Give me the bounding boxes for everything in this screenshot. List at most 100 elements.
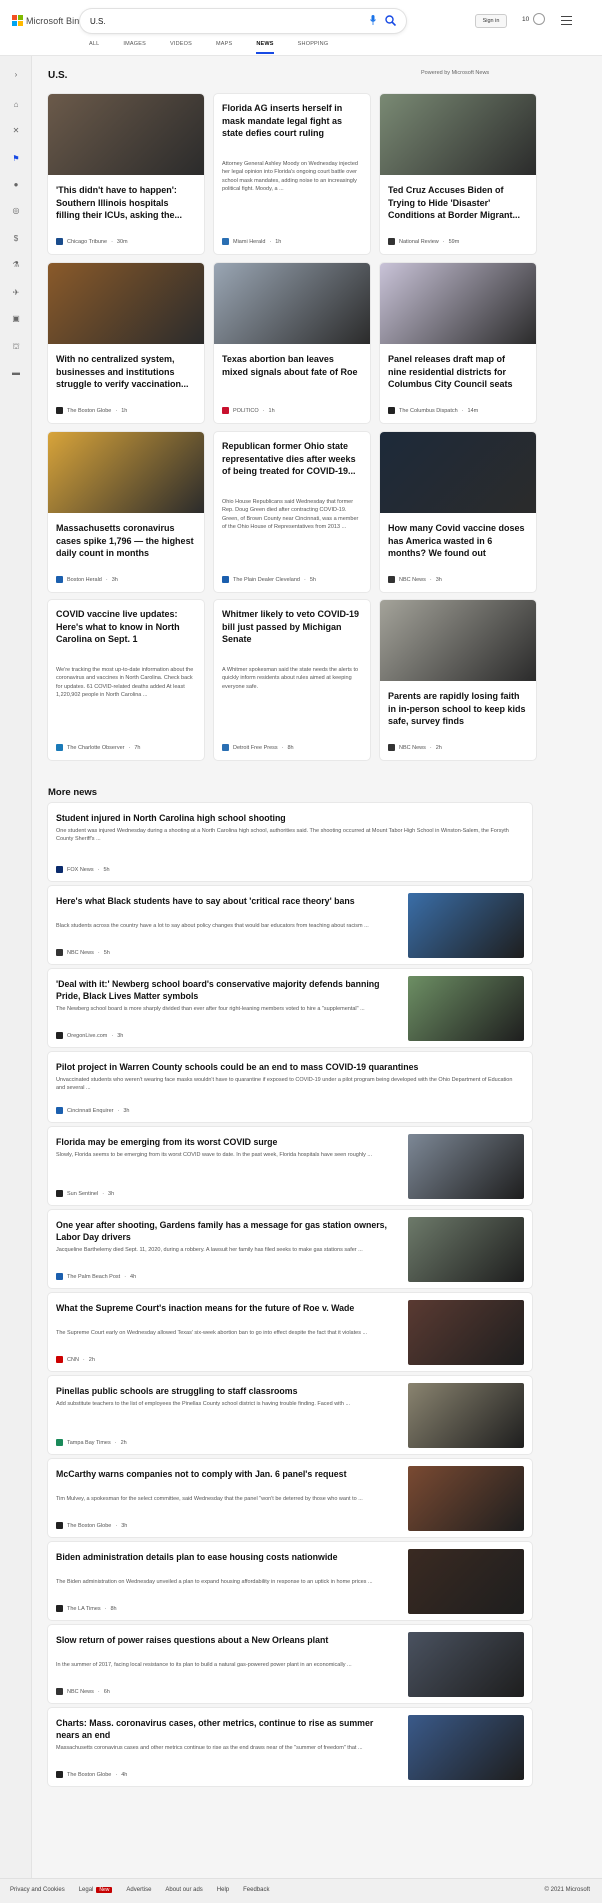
sign-in-button[interactable]: Sign in (475, 14, 507, 28)
news-card-source[interactable]: Boston Herald · 3h (56, 576, 118, 583)
news-list-item[interactable]: Florida may be emerging from its worst C… (48, 1127, 532, 1205)
news-card-title[interactable]: Panel releases draft map of nine residen… (388, 353, 526, 391)
news-item-thumbnail[interactable] (408, 1466, 524, 1531)
news-item-title[interactable]: Student injured in North Carolina high s… (56, 812, 516, 824)
news-item-title[interactable]: What the Supreme Court's inaction means … (56, 1302, 396, 1314)
news-item-title[interactable]: Pilot project in Warren County schools c… (56, 1061, 516, 1073)
news-card-title[interactable]: Texas abortion ban leaves mixed signals … (222, 353, 360, 378)
news-card-title[interactable]: How many Covid vaccine doses has America… (388, 522, 526, 560)
news-item-source[interactable]: Sun Sentinel · 3h (56, 1190, 114, 1197)
news-item-title[interactable]: Slow return of power raises questions ab… (56, 1634, 396, 1646)
news-card-source[interactable]: The Plain Dealer Cleveland · 5h (222, 576, 316, 583)
news-card-title[interactable]: 'This didn't have to happen': Southern I… (56, 184, 194, 222)
news-card-image[interactable] (48, 94, 204, 175)
news-item-title[interactable]: Here's what Black students have to say a… (56, 895, 396, 907)
news-card[interactable]: Parents are rapidly losing faith in in-p… (380, 600, 536, 760)
science-icon[interactable]: ⚗ (11, 260, 21, 270)
news-item-source[interactable]: NBC News · 6h (56, 1688, 110, 1695)
news-item-thumbnail[interactable] (408, 893, 524, 958)
news-item-source[interactable]: Cincinnati Enquirer · 3h (56, 1107, 129, 1114)
news-item-thumbnail[interactable] (408, 1632, 524, 1697)
news-list-item[interactable]: Here's what Black students have to say a… (48, 886, 532, 964)
expand-icon[interactable]: › (11, 70, 21, 80)
news-item-source[interactable]: NBC News · 5h (56, 949, 110, 956)
tab-all[interactable]: ALL (89, 41, 99, 54)
news-item-thumbnail[interactable] (408, 1300, 524, 1365)
news-card-title[interactable]: With no centralized system, businesses a… (56, 353, 194, 391)
news-list-item[interactable]: Pilot project in Warren County schools c… (48, 1052, 532, 1122)
news-item-title[interactable]: Biden administration details plan to eas… (56, 1551, 396, 1563)
news-item-title[interactable]: Florida may be emerging from its worst C… (56, 1136, 396, 1148)
search-input[interactable] (90, 14, 360, 28)
news-card-source[interactable]: NBC News · 3h (388, 576, 442, 583)
news-list-item[interactable]: One year after shooting, Gardens family … (48, 1210, 532, 1288)
news-card[interactable]: Ted Cruz Accuses Biden of Trying to Hide… (380, 94, 536, 254)
news-card-image[interactable] (380, 94, 536, 175)
politics-icon[interactable]: ⛫ (11, 342, 21, 352)
news-card-image[interactable] (48, 432, 204, 513)
news-item-source[interactable]: The LA Times · 8h (56, 1605, 117, 1612)
news-card[interactable]: 'This didn't have to happen': Southern I… (48, 94, 204, 254)
news-card-title[interactable]: Parents are rapidly losing faith in in-p… (388, 690, 526, 728)
news-card-source[interactable]: The Charlotte Observer · 7h (56, 744, 140, 751)
news-list-item[interactable]: Slow return of power raises questions ab… (48, 1625, 532, 1703)
news-item-source[interactable]: FOX News · 5h (56, 866, 110, 873)
footer-link-feedback[interactable]: Feedback (243, 1887, 269, 1893)
money-icon[interactable]: ▬ (11, 368, 21, 378)
news-card[interactable]: With no centralized system, businesses a… (48, 263, 204, 423)
globe-icon[interactable]: ◎ (11, 206, 21, 216)
news-card[interactable]: Panel releases draft map of nine residen… (380, 263, 536, 423)
news-item-source[interactable]: CNN · 2h (56, 1356, 95, 1363)
news-item-title[interactable]: McCarthy warns companies not to comply w… (56, 1468, 396, 1480)
footer-link-about-our-ads[interactable]: About our ads (165, 1887, 202, 1893)
footer-link-privacy-and-cookies[interactable]: Privacy and Cookies (10, 1887, 65, 1893)
tab-maps[interactable]: MAPS (216, 41, 232, 54)
technology-icon[interactable]: ✈ (11, 288, 21, 298)
news-card-title[interactable]: Whitmer likely to veto COVID-19 bill jus… (222, 608, 360, 646)
news-item-title[interactable]: Pinellas public schools are struggling t… (56, 1385, 396, 1397)
footer-link-help[interactable]: Help (217, 1887, 229, 1893)
news-card-source[interactable]: POLITICO · 1h (222, 407, 275, 414)
news-card-image[interactable] (380, 600, 536, 681)
news-card[interactable]: How many Covid vaccine doses has America… (380, 432, 536, 592)
search-icon[interactable] (385, 15, 396, 26)
news-item-thumbnail[interactable] (408, 1217, 524, 1282)
news-item-source[interactable]: OregonLive.com · 3h (56, 1032, 123, 1039)
tab-news[interactable]: NEWS (256, 41, 274, 54)
news-list-item[interactable]: 'Deal with it:' Newberg school board's c… (48, 969, 532, 1047)
flag-icon[interactable]: ⚑ (11, 154, 21, 164)
news-card[interactable]: Whitmer likely to veto COVID-19 bill jus… (214, 600, 370, 760)
news-item-title[interactable]: 'Deal with it:' Newberg school board's c… (56, 978, 396, 1002)
news-card-title[interactable]: Ted Cruz Accuses Biden of Trying to Hide… (388, 184, 526, 222)
tab-shopping[interactable]: SHOPPING (298, 41, 329, 54)
news-card-title[interactable]: Florida AG inserts herself in mask manda… (222, 102, 360, 140)
news-list-item[interactable]: Student injured in North Carolina high s… (48, 803, 532, 881)
footer-link-advertise[interactable]: Advertise (126, 1887, 151, 1893)
news-item-thumbnail[interactable] (408, 1134, 524, 1199)
bing-logo[interactable]: Microsoft Bing (12, 15, 84, 26)
news-list-item[interactable]: McCarthy warns companies not to comply w… (48, 1459, 532, 1537)
news-list-item[interactable]: Charts: Mass. coronavirus cases, other m… (48, 1708, 532, 1786)
news-card-source[interactable]: Chicago Tribune · 30m (56, 238, 128, 245)
news-item-title[interactable]: Charts: Mass. coronavirus cases, other m… (56, 1717, 396, 1741)
microphone-icon[interactable] (370, 15, 376, 25)
news-item-thumbnail[interactable] (408, 1715, 524, 1780)
footer-link-legal[interactable]: Legal New (79, 1887, 113, 1893)
tab-videos[interactable]: VIDEOS (170, 41, 192, 54)
rewards-trophy-icon[interactable] (533, 13, 545, 25)
news-list-item[interactable]: Pinellas public schools are struggling t… (48, 1376, 532, 1454)
home-icon[interactable]: ⌂ (11, 100, 21, 110)
news-card-source[interactable]: Miami Herald · 1h (222, 238, 281, 245)
news-card-source[interactable]: The Columbus Dispatch · 14m (388, 407, 478, 414)
news-card[interactable]: Florida AG inserts herself in mask manda… (214, 94, 370, 254)
news-item-source[interactable]: The Palm Beach Post · 4h (56, 1273, 136, 1280)
news-item-thumbnail[interactable] (408, 1383, 524, 1448)
location-icon[interactable]: ● (11, 180, 21, 190)
news-item-title[interactable]: One year after shooting, Gardens family … (56, 1219, 396, 1243)
news-card-source[interactable]: Detroit Free Press · 8h (222, 744, 294, 751)
news-card-source[interactable]: The Boston Globe · 1h (56, 407, 127, 414)
business-icon[interactable]: $ (11, 234, 21, 244)
news-card[interactable]: Massachusetts coronavirus cases spike 1,… (48, 432, 204, 592)
entertainment-icon[interactable]: ▣ (11, 314, 21, 324)
news-list-item[interactable]: What the Supreme Court's inaction means … (48, 1293, 532, 1371)
